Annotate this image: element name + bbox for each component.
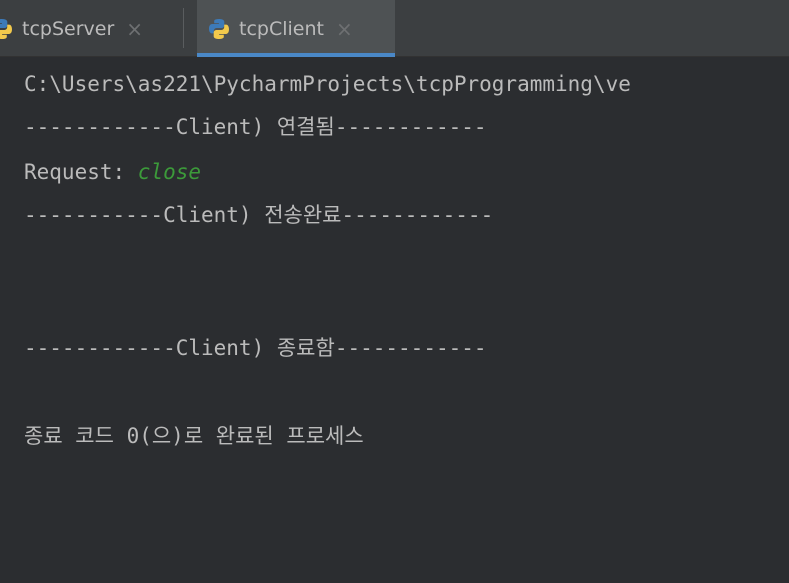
tab-tcpserver[interactable]: tcpServer × bbox=[0, 0, 183, 57]
console-request-line: Request: close bbox=[24, 152, 201, 192]
tab-tcpclient[interactable]: tcpClient × bbox=[197, 0, 395, 57]
ide-window: tcpServer × tcpClient × C:\Users\as221\P… bbox=[0, 0, 789, 583]
close-icon[interactable]: × bbox=[126, 17, 143, 41]
console-path-line: C:\Users\as221\PycharmProjects\tcpProgra… bbox=[24, 72, 631, 96]
python-icon bbox=[209, 18, 229, 39]
tab-label: tcpServer bbox=[22, 17, 115, 40]
run-console-output[interactable]: C:\Users\as221\PycharmProjects\tcpProgra… bbox=[24, 58, 789, 583]
console-exit-line: 종료 코드 0(으)로 완료된 프로세스 bbox=[24, 424, 364, 448]
console-connected-line: ------------Client) 연결됨------------ bbox=[24, 115, 487, 139]
console-terminated-line: ------------Client) 종료함------------ bbox=[24, 336, 487, 360]
request-value: close bbox=[137, 160, 202, 184]
tab-label: tcpClient bbox=[239, 17, 324, 40]
close-icon[interactable]: × bbox=[336, 17, 353, 41]
editor-tab-bar: tcpServer × tcpClient × bbox=[0, 0, 789, 57]
active-tab-indicator bbox=[197, 53, 395, 57]
console-sent-line: -----------Client) 전송완료------------ bbox=[24, 203, 494, 227]
tab-divider bbox=[183, 8, 184, 48]
request-label: Request: bbox=[24, 160, 138, 184]
python-icon bbox=[0, 18, 12, 39]
